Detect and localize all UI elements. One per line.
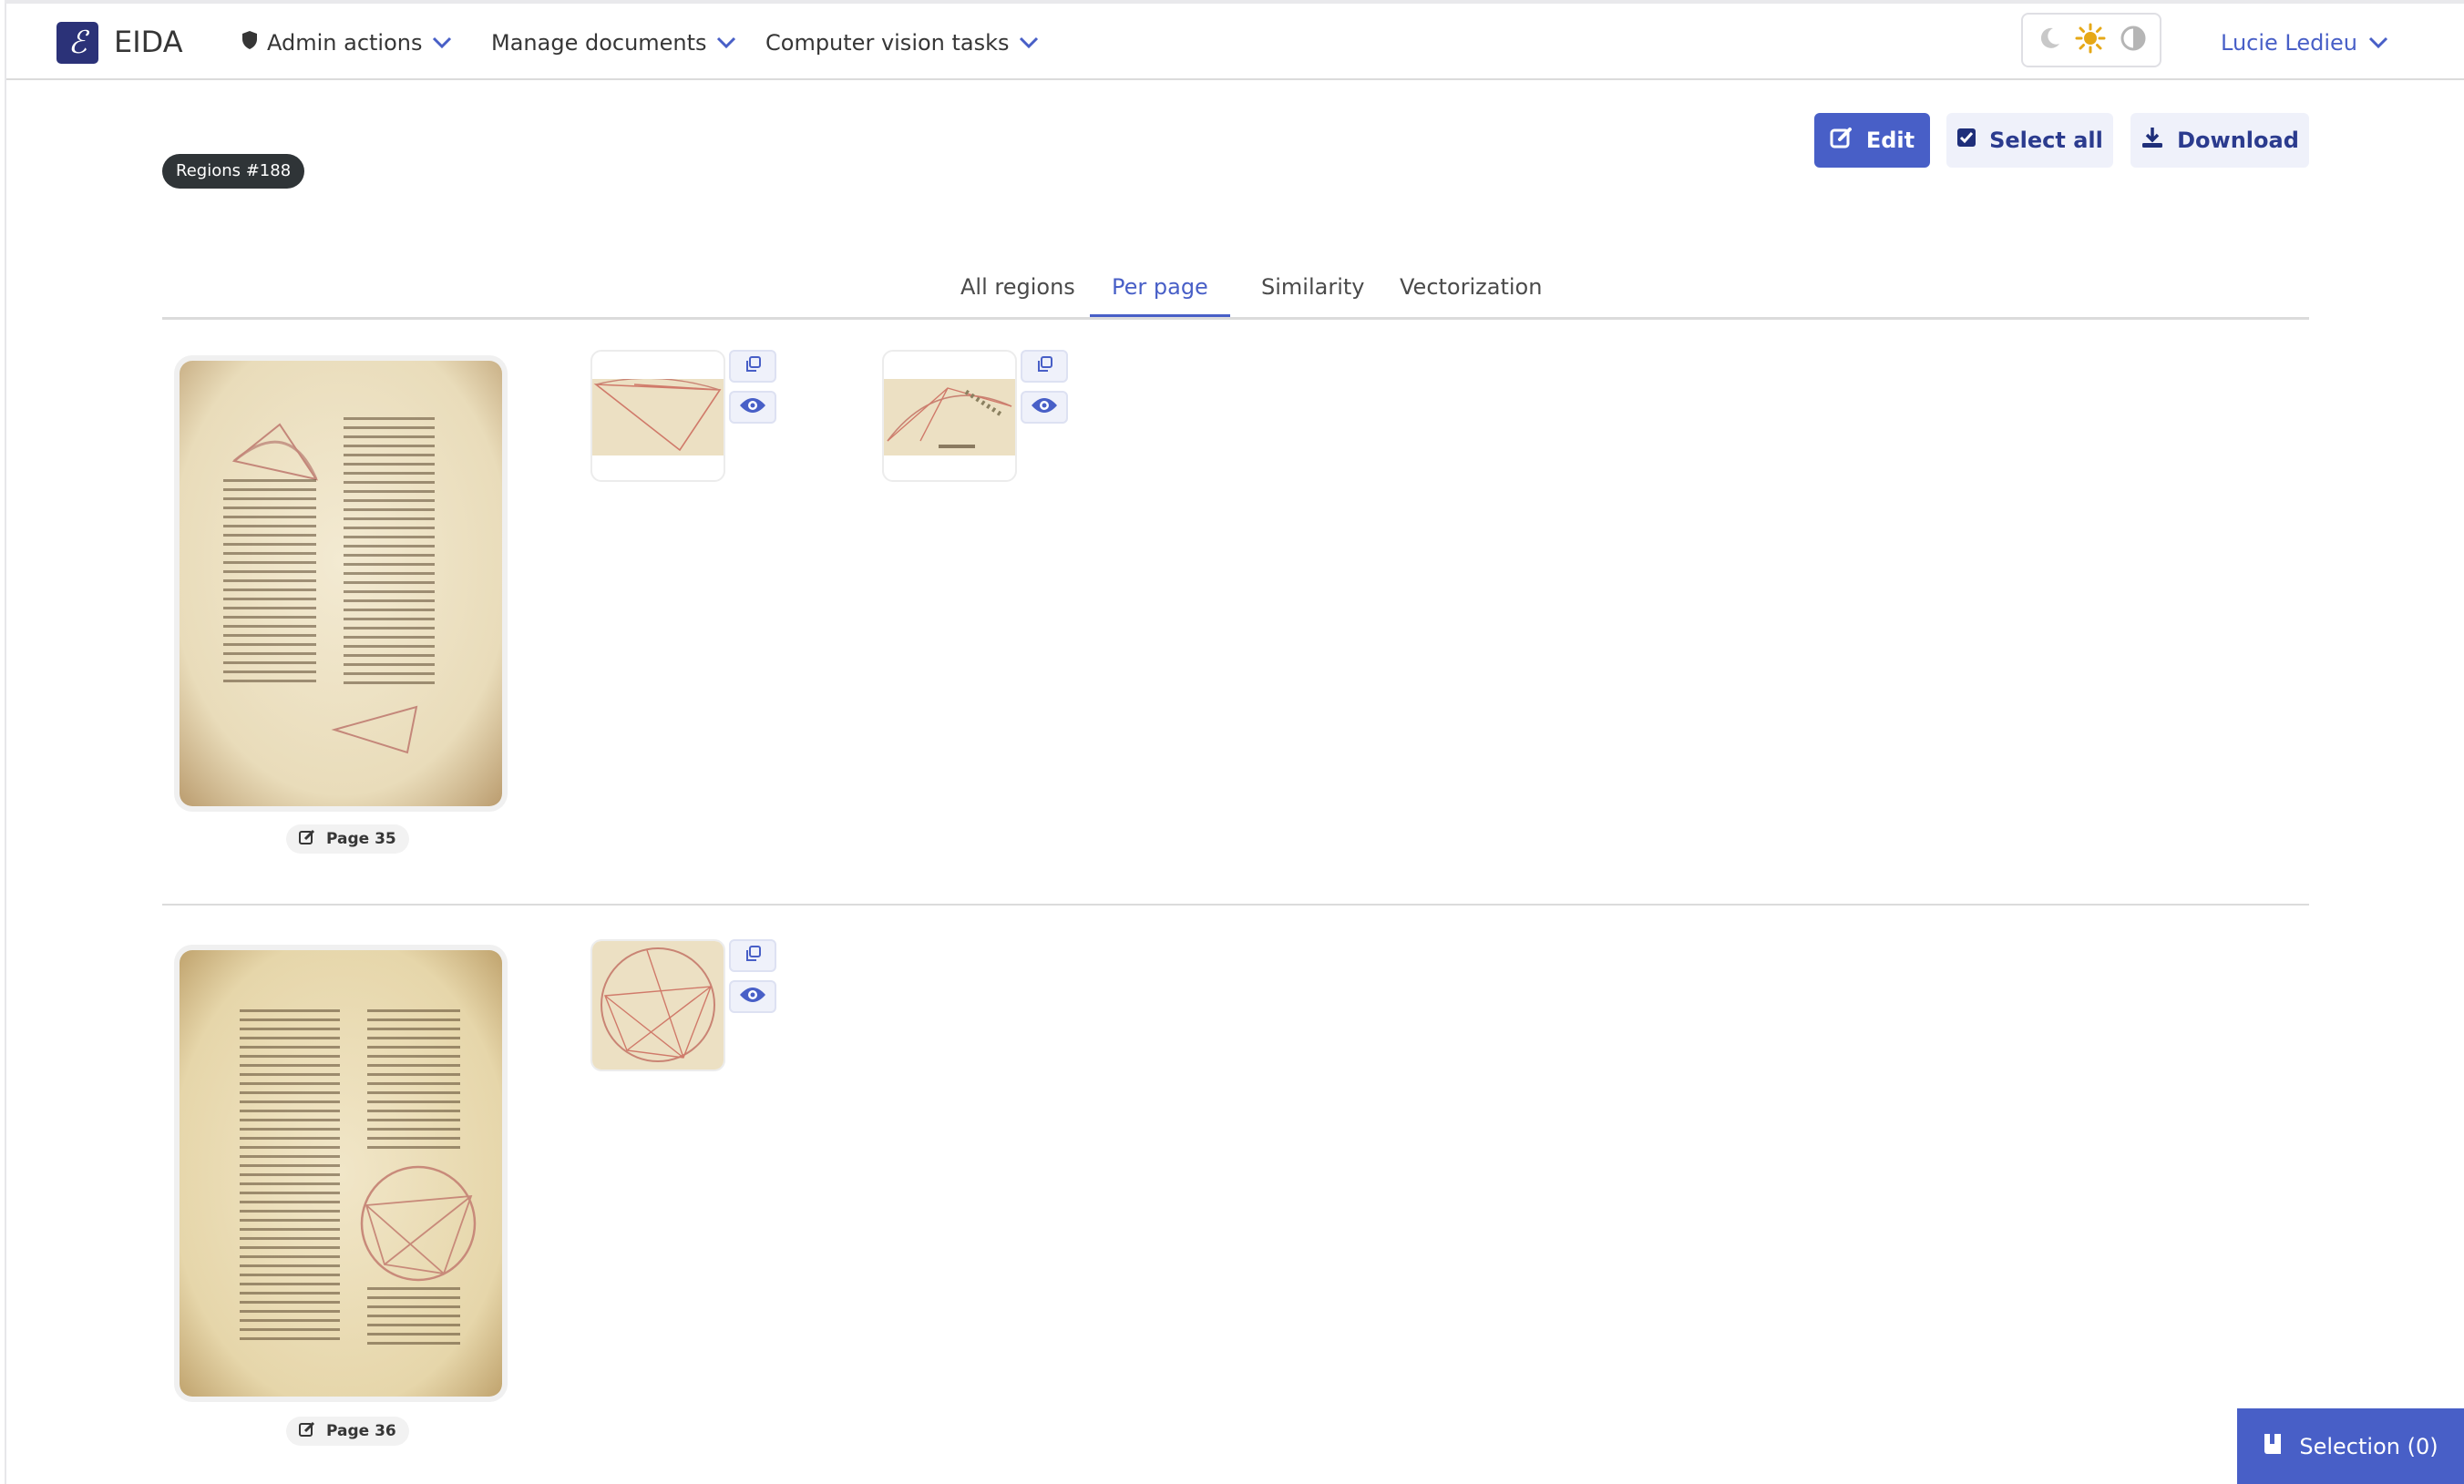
row-divider <box>162 904 2309 906</box>
page-35-label-text: Page 35 <box>326 830 396 848</box>
copy-button[interactable] <box>729 350 776 383</box>
chevron-down-icon <box>716 36 736 49</box>
nav-cv-tasks-label: Computer vision tasks <box>765 30 1010 56</box>
user-menu[interactable]: Lucie Ledieu <box>2221 26 2388 59</box>
tab-per-page[interactable]: Per page <box>1090 264 1230 317</box>
copy-icon <box>744 356 761 376</box>
selection-label: Selection (0) <box>2299 1433 2438 1459</box>
view-button[interactable] <box>1021 391 1068 424</box>
tab-all-regions[interactable]: All regions <box>939 264 1097 317</box>
eye-icon <box>739 396 766 418</box>
nav-manage-documents-label: Manage documents <box>491 30 707 56</box>
nav-admin-actions-label: Admin actions <box>267 30 423 56</box>
tab-vectorization[interactable]: Vectorization <box>1378 264 1564 317</box>
eye-icon <box>1031 396 1058 418</box>
edit-icon <box>299 1421 315 1442</box>
user-name: Lucie Ledieu <box>2221 30 2358 56</box>
page-36-thumbnail[interactable] <box>180 950 502 1397</box>
shield-icon <box>241 26 258 59</box>
eye-icon <box>739 986 766 1008</box>
theme-toggle[interactable] <box>2021 13 2161 67</box>
page-36-text-column-2 <box>367 1009 460 1155</box>
chevron-down-icon <box>1019 36 1039 49</box>
view-button[interactable] <box>729 980 776 1013</box>
select-all-button[interactable]: Select all <box>1946 113 2113 168</box>
view-tabs: All regions Per page Similarity Vectoriz… <box>162 264 2309 320</box>
page-36-text-column-1 <box>240 1009 340 1342</box>
select-all-label: Select all <box>1989 128 2103 153</box>
copy-button[interactable] <box>729 939 776 972</box>
region-card[interactable] <box>882 350 1017 482</box>
eida-logo[interactable]: ℰ <box>56 22 98 64</box>
page-35-thumbnail[interactable] <box>180 361 502 806</box>
view-button[interactable] <box>729 391 776 424</box>
selection-button[interactable]: Selection (0) <box>2237 1408 2464 1484</box>
download-button[interactable]: Download <box>2130 113 2309 168</box>
nav-manage-documents[interactable]: Manage documents <box>491 26 736 59</box>
region-card[interactable] <box>590 939 725 1071</box>
sun-icon[interactable] <box>2075 23 2106 57</box>
page-35-text-column-2 <box>344 417 435 691</box>
download-label: Download <box>2177 128 2299 153</box>
tab-similarity[interactable]: Similarity <box>1239 264 1386 317</box>
nav-admin-actions[interactable]: Admin actions <box>241 26 452 59</box>
copy-icon <box>1036 356 1052 376</box>
chevron-down-icon <box>432 36 452 49</box>
book-icon <box>2263 1432 2283 1461</box>
copy-button[interactable] <box>1021 350 1068 383</box>
page-36-label[interactable]: Page 36 <box>286 1417 409 1446</box>
regions-badge: Regions #188 <box>162 154 305 189</box>
frame-left-border <box>5 0 6 1484</box>
contrast-icon[interactable] <box>2120 25 2147 56</box>
page-36-text-column-2-bottom <box>367 1287 460 1351</box>
page-36-label-text: Page 36 <box>326 1422 396 1440</box>
chevron-down-icon <box>2368 36 2388 49</box>
navbar: ℰ EIDA Admin actions Manage documents Co… <box>6 4 2464 80</box>
checkbox-icon <box>1956 128 1976 153</box>
copy-icon <box>744 946 761 966</box>
edit-icon <box>1830 126 1853 155</box>
edit-button-label: Edit <box>1865 128 1915 153</box>
region-card[interactable] <box>590 350 725 482</box>
moon-icon[interactable] <box>2037 26 2062 55</box>
page-35-text-column-1 <box>223 479 316 689</box>
page-35-label[interactable]: Page 35 <box>286 824 409 854</box>
download-icon <box>2141 126 2164 155</box>
nav-computer-vision-tasks[interactable]: Computer vision tasks <box>765 26 1039 59</box>
brand-name[interactable]: EIDA <box>114 24 183 60</box>
edit-button[interactable]: Edit <box>1814 113 1930 168</box>
edit-icon <box>299 829 315 850</box>
